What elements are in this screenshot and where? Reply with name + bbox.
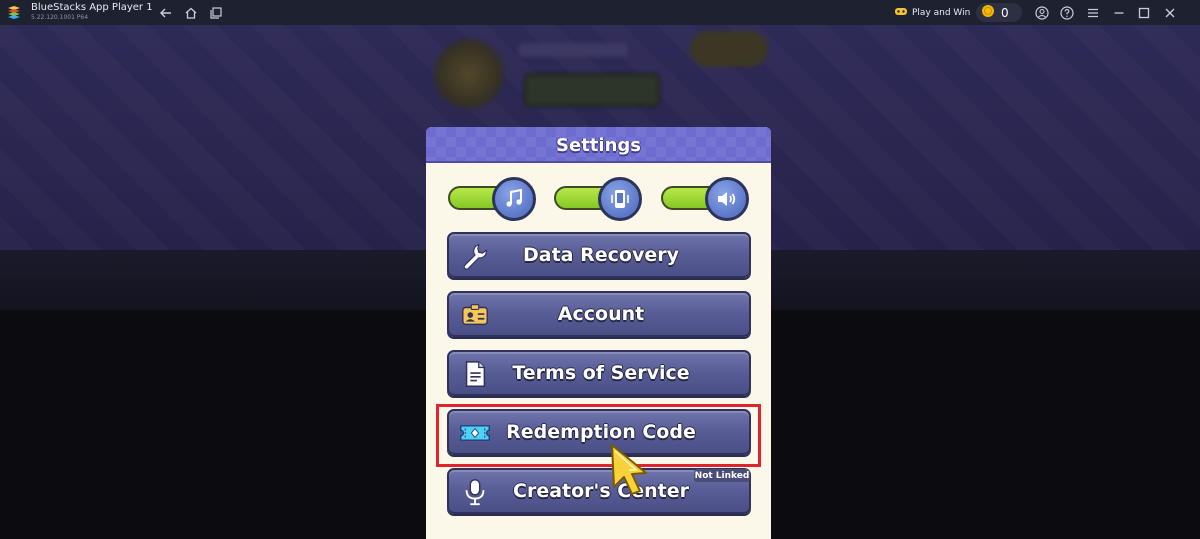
player-name-placeholder xyxy=(518,43,628,57)
music-note-icon xyxy=(492,177,536,221)
terms-of-service-button[interactable]: Terms of Service xyxy=(447,350,751,396)
play-and-win-label: Play and Win xyxy=(912,7,971,18)
player-avatar xyxy=(434,39,504,109)
game-controller-icon xyxy=(894,4,908,21)
coin-icon xyxy=(981,4,995,21)
dialog-title: Settings xyxy=(556,134,641,156)
app-version: 5.22.120.1001 P64 xyxy=(31,14,89,21)
sound-toggle[interactable] xyxy=(661,177,753,221)
data-recovery-button[interactable]: Data Recovery xyxy=(447,232,751,278)
close-icon[interactable] xyxy=(1162,5,1178,21)
music-toggle[interactable] xyxy=(448,177,540,221)
redemption-code-button[interactable]: Redemption Code xyxy=(447,409,751,455)
help-icon[interactable] xyxy=(1059,5,1075,21)
player-badge xyxy=(524,73,660,107)
vibration-icon xyxy=(598,177,642,221)
coin-count: 0 xyxy=(1001,5,1009,20)
coin-balance[interactable]: 0 xyxy=(976,3,1022,22)
vibration-toggle[interactable] xyxy=(554,177,646,221)
app-title: BlueStacks App Player 1 xyxy=(31,2,153,13)
not-linked-badge: Not Linked xyxy=(694,469,750,482)
home-icon[interactable] xyxy=(183,5,199,21)
data-recovery-label: Data Recovery xyxy=(523,244,679,266)
redemption-code-label: Redemption Code xyxy=(506,421,696,443)
play-and-win-button[interactable]: Play and Win xyxy=(894,3,974,22)
account-label: Account xyxy=(557,303,645,325)
minimize-icon[interactable] xyxy=(1111,5,1127,21)
maximize-icon[interactable] xyxy=(1136,5,1152,21)
currency-counter xyxy=(690,31,768,67)
back-arrow-icon[interactable] xyxy=(158,5,174,21)
menu-icon[interactable] xyxy=(1085,5,1101,21)
account-icon[interactable] xyxy=(1034,5,1050,21)
account-button[interactable]: Account xyxy=(447,291,751,337)
multi-window-icon[interactable] xyxy=(208,5,224,21)
speaker-icon xyxy=(705,177,749,221)
window-titlebar: BlueStacks App Player 1 5.22.120.1001 P6… xyxy=(0,0,1200,25)
terms-of-service-label: Terms of Service xyxy=(512,362,690,384)
bluestacks-logo-icon xyxy=(6,5,22,21)
